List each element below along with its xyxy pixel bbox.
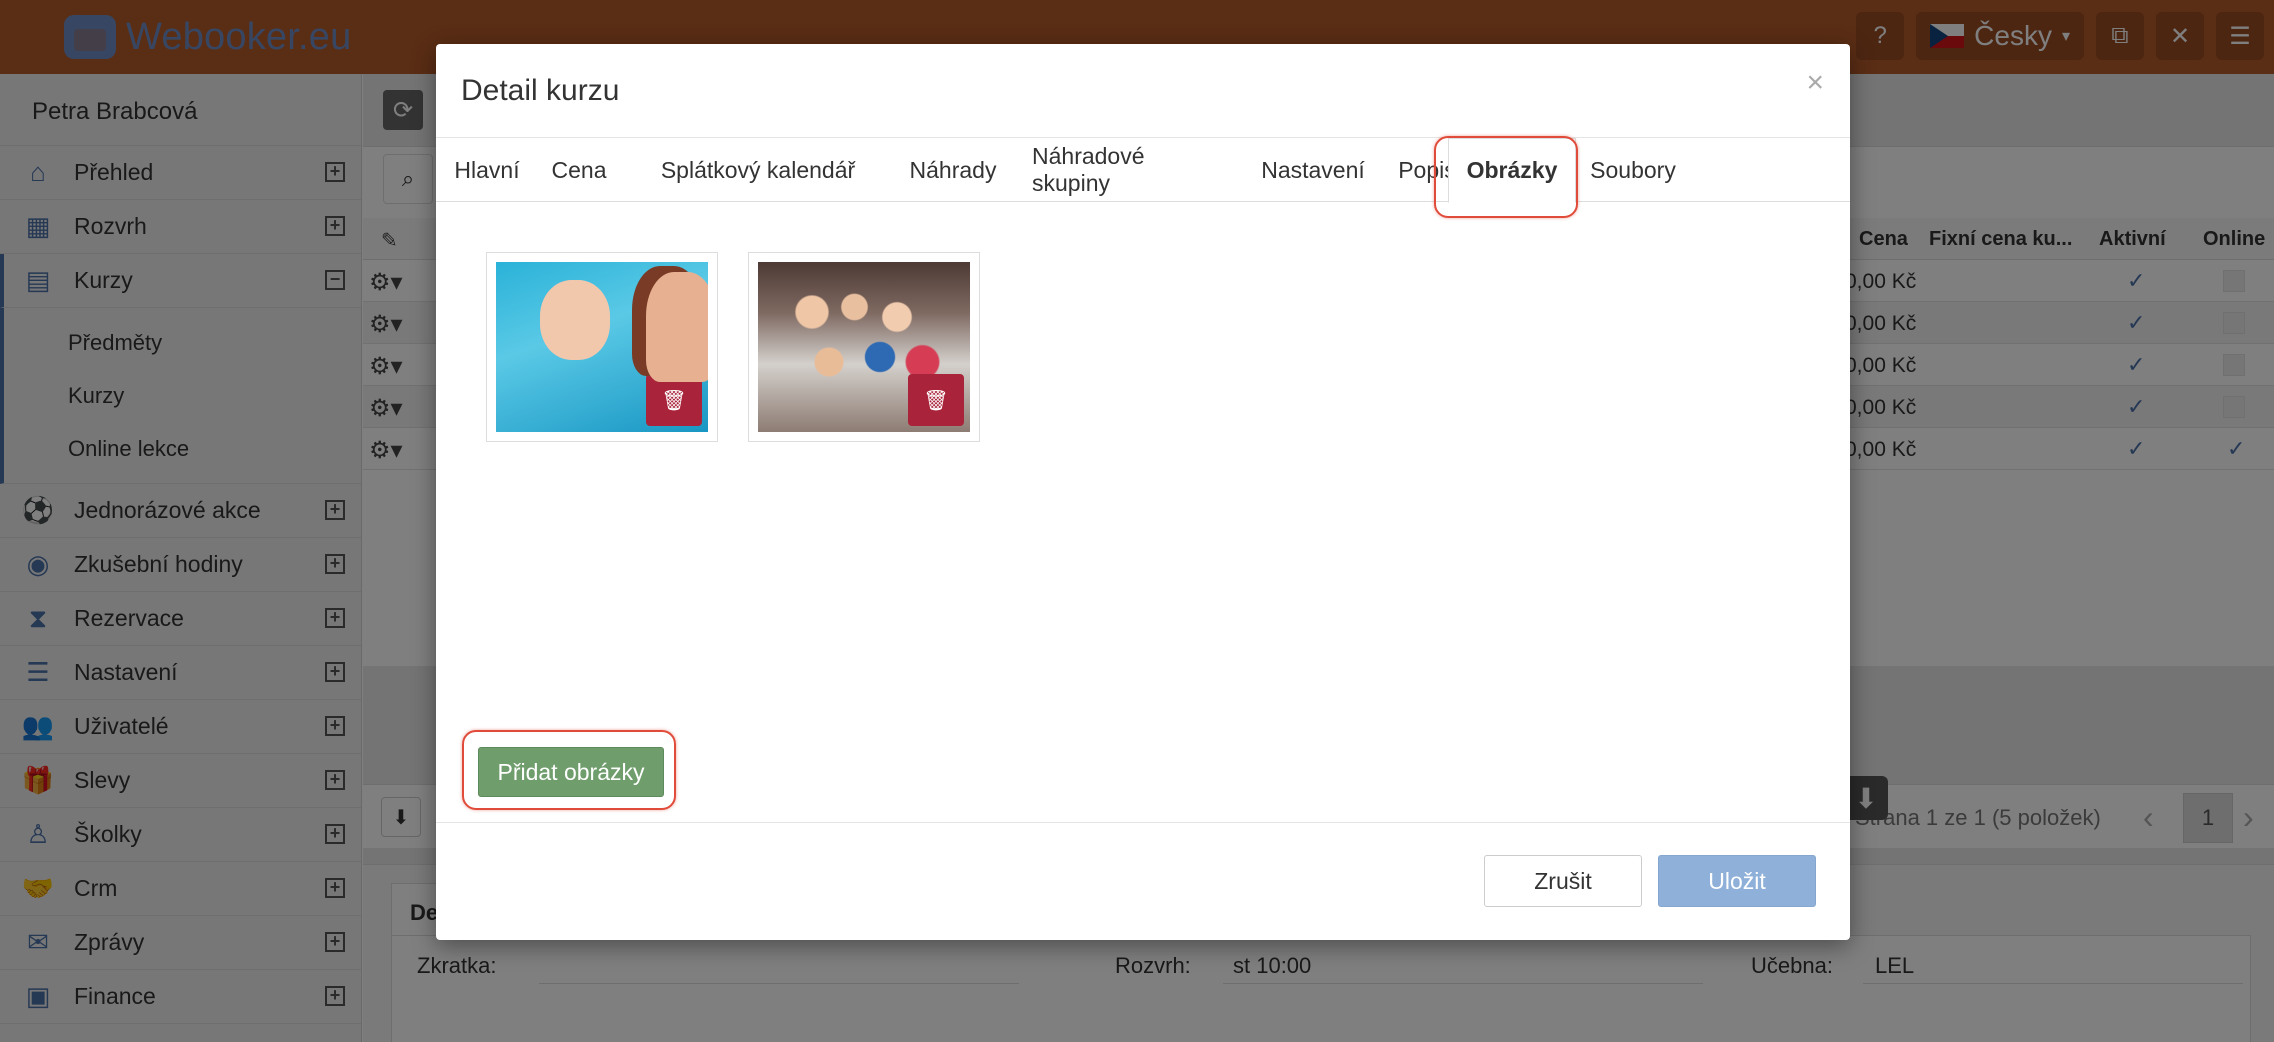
swimming-baby-image: 🗑 xyxy=(496,262,708,432)
tab-cena[interactable]: Cena xyxy=(552,138,607,202)
tab-hlavni[interactable]: Hlavní xyxy=(454,138,520,202)
tab-nahradove-skupiny[interactable]: Náhradové skupiny xyxy=(1032,138,1228,202)
cancel-button[interactable]: Zrušit xyxy=(1484,855,1642,907)
course-detail-modal: Detail kurzu × Hlavní Cena Splátkový kal… xyxy=(436,44,1850,940)
image-thumbnail[interactable]: 🗑 xyxy=(748,252,980,442)
trash-icon[interactable]: 🗑 xyxy=(908,374,964,426)
modal-tabs: Hlavní Cena Splátkový kalendář Náhrady N… xyxy=(436,138,1850,203)
save-button[interactable]: Uložit xyxy=(1658,855,1816,907)
children-group-image: 🗑 xyxy=(758,262,970,432)
tab-nahrady[interactable]: Náhrady xyxy=(908,138,998,202)
tab-splatkovy-kalendar[interactable]: Splátkový kalendář xyxy=(642,138,874,202)
modal-header: Detail kurzu × xyxy=(436,44,1850,138)
trash-icon[interactable]: 🗑 xyxy=(646,374,702,426)
close-icon[interactable]: × xyxy=(1806,66,1824,100)
tab-highlight-annotation xyxy=(1434,136,1578,218)
modal-footer: Zrušit Uložit xyxy=(436,822,1850,940)
modal-title: Detail kurzu xyxy=(461,74,620,107)
tab-nastaveni[interactable]: Nastavení xyxy=(1261,138,1365,202)
tab-soubory[interactable]: Soubory xyxy=(1588,138,1678,202)
add-images-button[interactable]: Přidat obrázky xyxy=(478,747,664,797)
image-thumbnail[interactable]: 🗑 xyxy=(486,252,718,442)
